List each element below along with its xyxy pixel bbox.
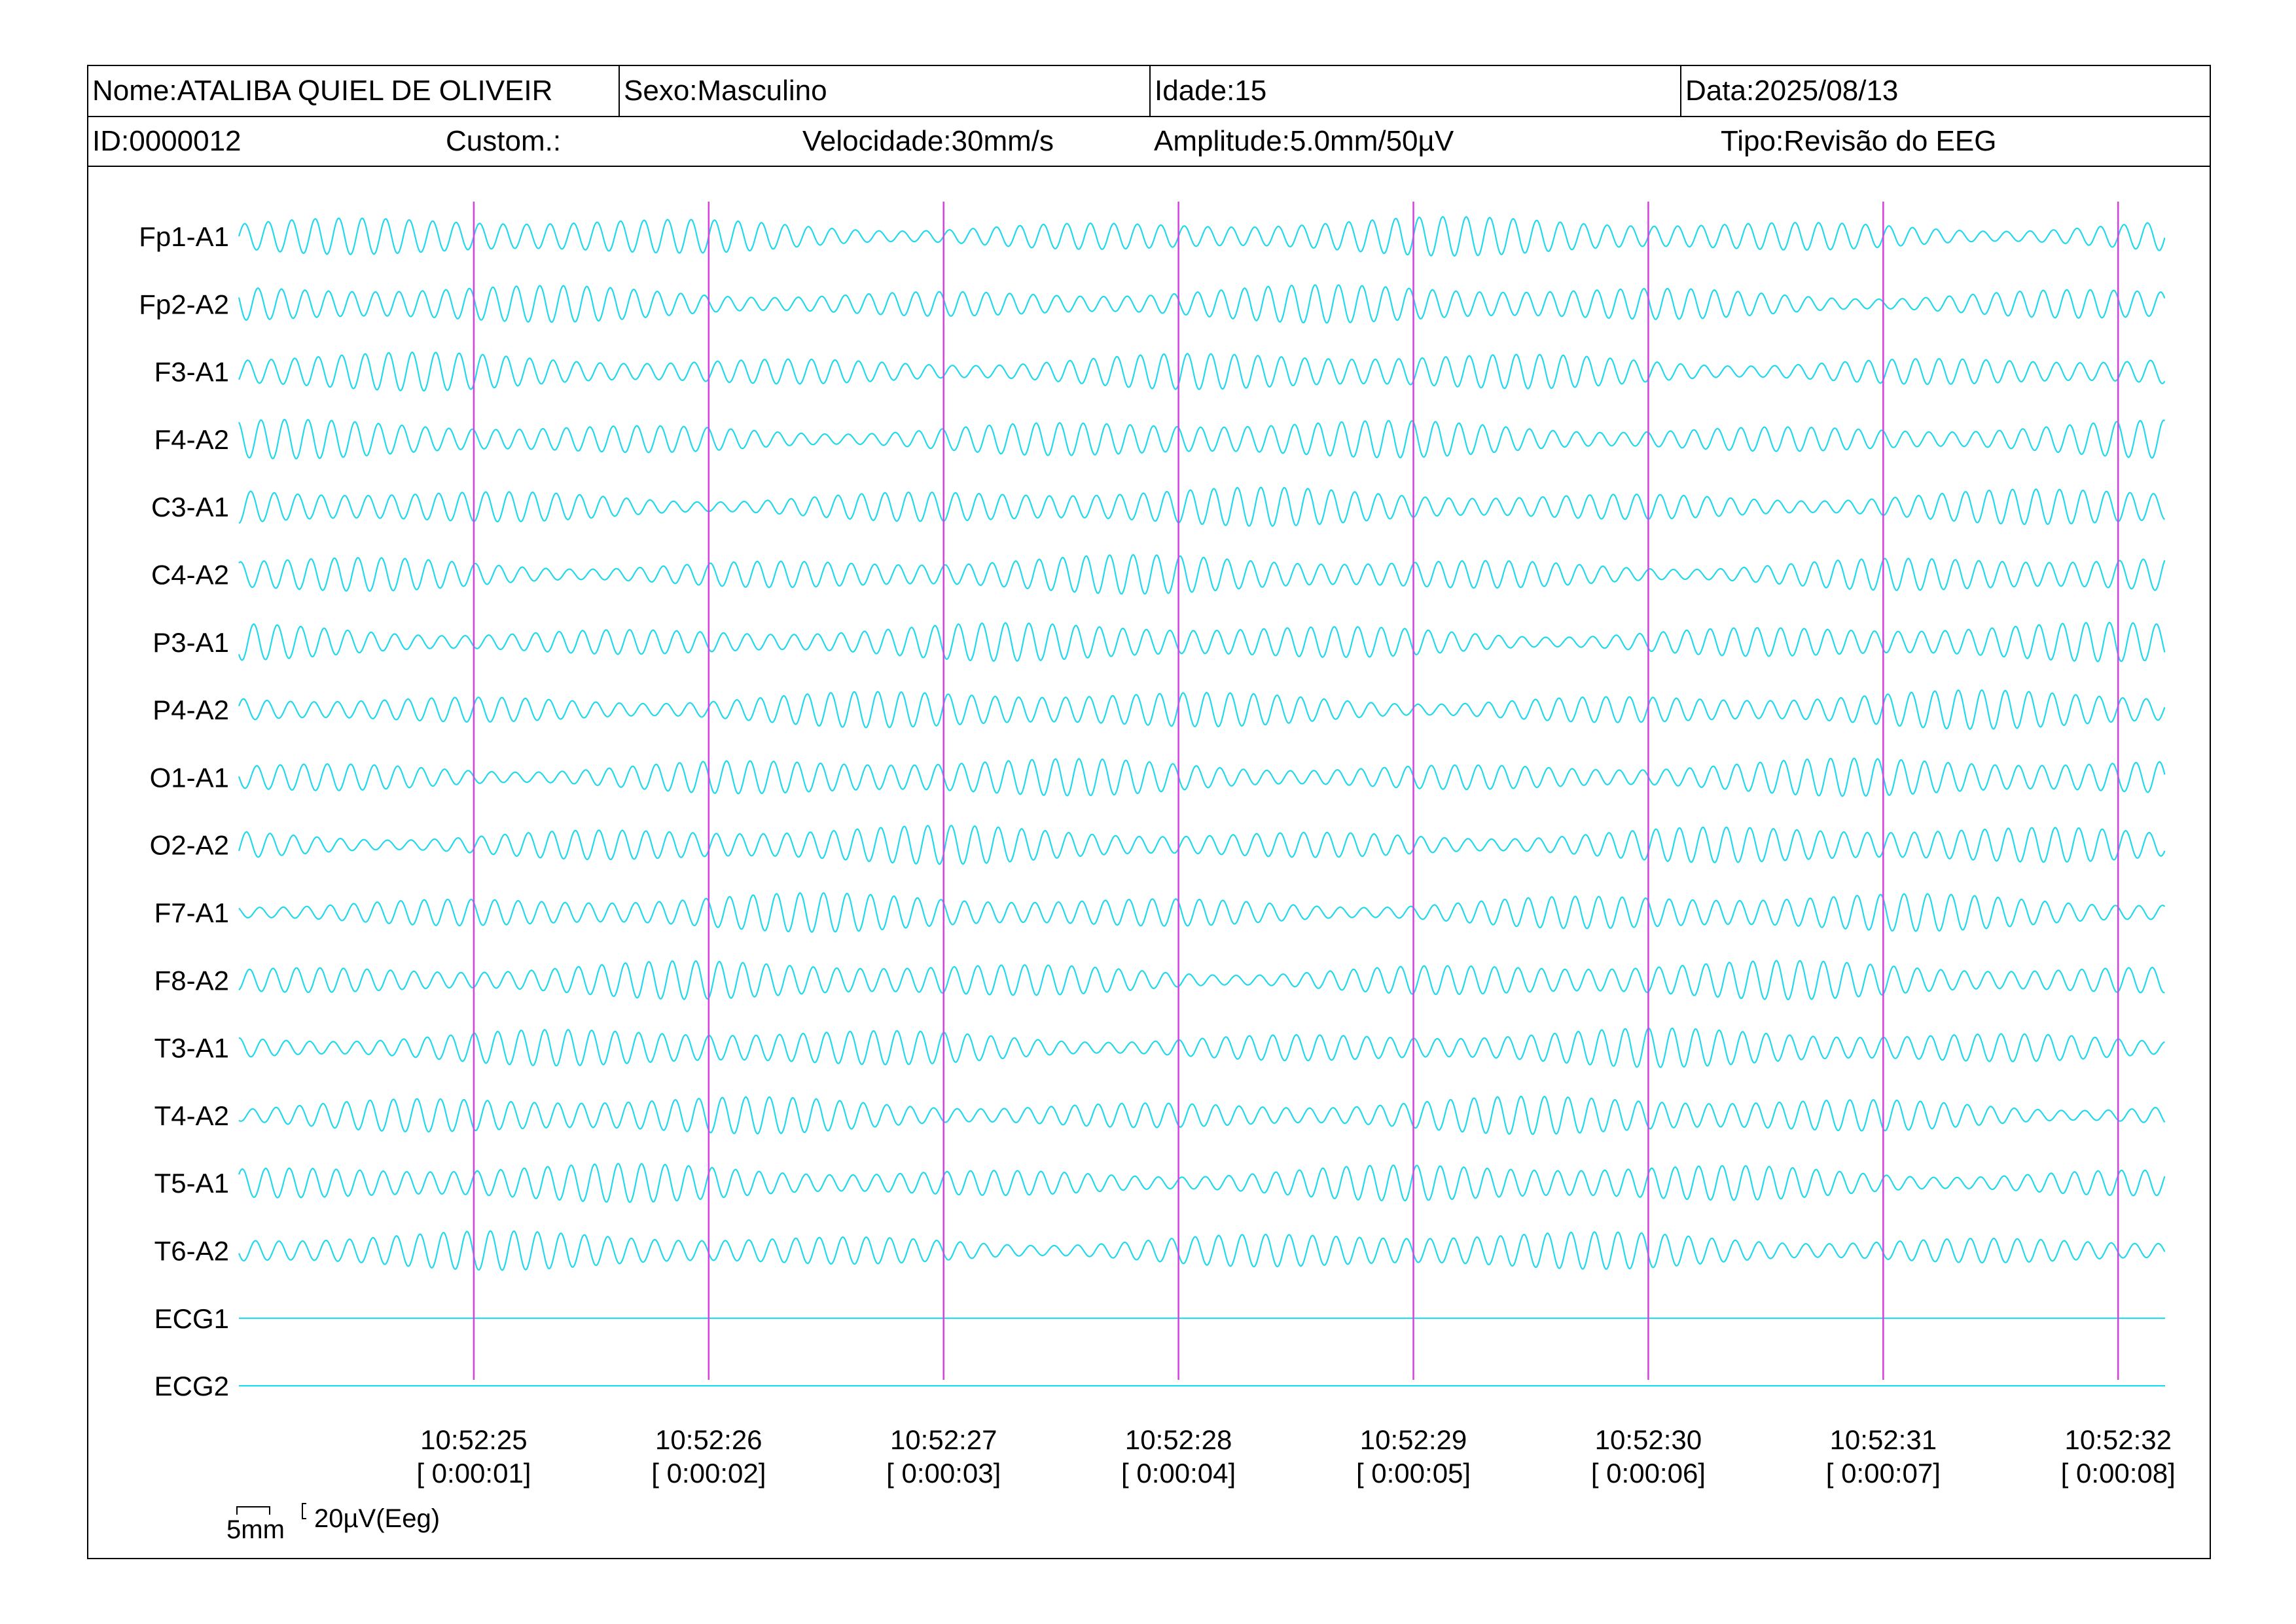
trace-f7-a1 — [238, 892, 2166, 933]
trace-p3-a1 — [238, 621, 2166, 662]
eeg-traces — [238, 215, 2166, 1387]
trace-f4-a2 — [238, 418, 2166, 460]
channel-label-t5-a1: T5-A1 — [154, 1168, 229, 1199]
trace-c4-a2 — [238, 554, 2166, 595]
trace-f3-a1 — [238, 351, 2166, 392]
time-elapsed-label: [ 0:00:02] — [651, 1458, 766, 1489]
channel-label-t3-a1: T3-A1 — [154, 1033, 229, 1064]
time-elapsed-label: [ 0:00:03] — [886, 1458, 1001, 1489]
trace-t6-a2 — [238, 1230, 2166, 1271]
time-markers — [473, 202, 2119, 1380]
time-clock-label: 10:52:27 — [890, 1424, 997, 1455]
channel-label-t6-a2: T6-A2 — [154, 1236, 229, 1267]
channel-label-c4-a2: C4-A2 — [151, 560, 229, 590]
channel-label-p4-a2: P4-A2 — [152, 695, 229, 725]
time-clock-label: 10:52:29 — [1360, 1424, 1467, 1455]
trace-t5-a1 — [238, 1163, 2166, 1203]
time-clock-label: 10:52:25 — [420, 1424, 528, 1455]
channel-label-ecg1: ECG1 — [154, 1303, 229, 1334]
time-elapsed-label: [ 0:00:04] — [1121, 1458, 1236, 1489]
channel-label-p3-a1: P3-A1 — [152, 627, 229, 658]
trace-c3-a1 — [238, 486, 2166, 528]
time-elapsed-label: [ 0:00:08] — [2061, 1458, 2176, 1489]
trace-t4-a2 — [238, 1096, 2166, 1135]
amp-scale-label: 20µV(Eeg) — [314, 1504, 440, 1533]
time-clock-label: 10:52:31 — [1830, 1424, 1937, 1455]
channel-label-f7-a1: F7-A1 — [154, 897, 229, 928]
channel-labels: Fp1-A1 Fp2-A2 F3-A1 F4-A2 C3-A1 C4-A2 P3-A1 P4-… — [139, 221, 229, 1401]
time-tick-labels: 10:52:25[ 0:00:01] 10:52:26[ 0:00:02] 10:5… — [416, 1424, 2175, 1489]
time-clock-label: 10:52:28 — [1125, 1424, 1232, 1455]
trace-o2-a2 — [238, 824, 2166, 865]
time-elapsed-label: [ 0:00:05] — [1356, 1458, 1471, 1489]
channel-label-o1-a1: O1-A1 — [150, 762, 229, 793]
channel-label-f8-a2: F8-A2 — [154, 965, 229, 996]
time-scale-bracket — [236, 1506, 270, 1515]
trace-p4-a2 — [238, 689, 2166, 731]
time-scale-label: 5mm — [226, 1515, 285, 1544]
channel-label-f4-a2: F4-A2 — [154, 424, 229, 455]
trace-fp2-a2 — [238, 284, 2166, 324]
time-clock-label: 10:52:32 — [2064, 1424, 2172, 1455]
trace-fp1-a1 — [238, 215, 2166, 257]
time-clock-label: 10:52:26 — [655, 1424, 762, 1455]
trace-t3-a1 — [238, 1027, 2165, 1068]
time-clock-label: 10:52:30 — [1595, 1424, 1702, 1455]
time-elapsed-label: [ 0:00:07] — [1826, 1458, 1941, 1489]
trace-f8-a2 — [238, 960, 2165, 1000]
eeg-chart: Fp1-A1 Fp2-A2 F3-A1 F4-A2 C3-A1 C4-A2 P3-A1 P4-… — [139, 202, 2176, 1544]
channel-label-ecg2: ECG2 — [154, 1371, 229, 1401]
channel-label-fp2-a2: Fp2-A2 — [139, 289, 229, 319]
time-elapsed-label: [ 0:00:01] — [416, 1458, 531, 1489]
channel-label-fp1-a1: Fp1-A1 — [139, 221, 229, 252]
trace-o1-a1 — [238, 757, 2166, 797]
channel-label-c3-a1: C3-A1 — [151, 492, 229, 522]
channel-label-o2-a2: O2-A2 — [150, 830, 229, 861]
channel-label-f3-a1: F3-A1 — [154, 357, 229, 388]
time-elapsed-label: [ 0:00:06] — [1591, 1458, 1706, 1489]
channel-label-t4-a2: T4-A2 — [154, 1100, 229, 1131]
scale-bar: 5mm 20µV(Eeg) — [226, 1503, 440, 1544]
amp-scale-bracket — [302, 1503, 306, 1519]
